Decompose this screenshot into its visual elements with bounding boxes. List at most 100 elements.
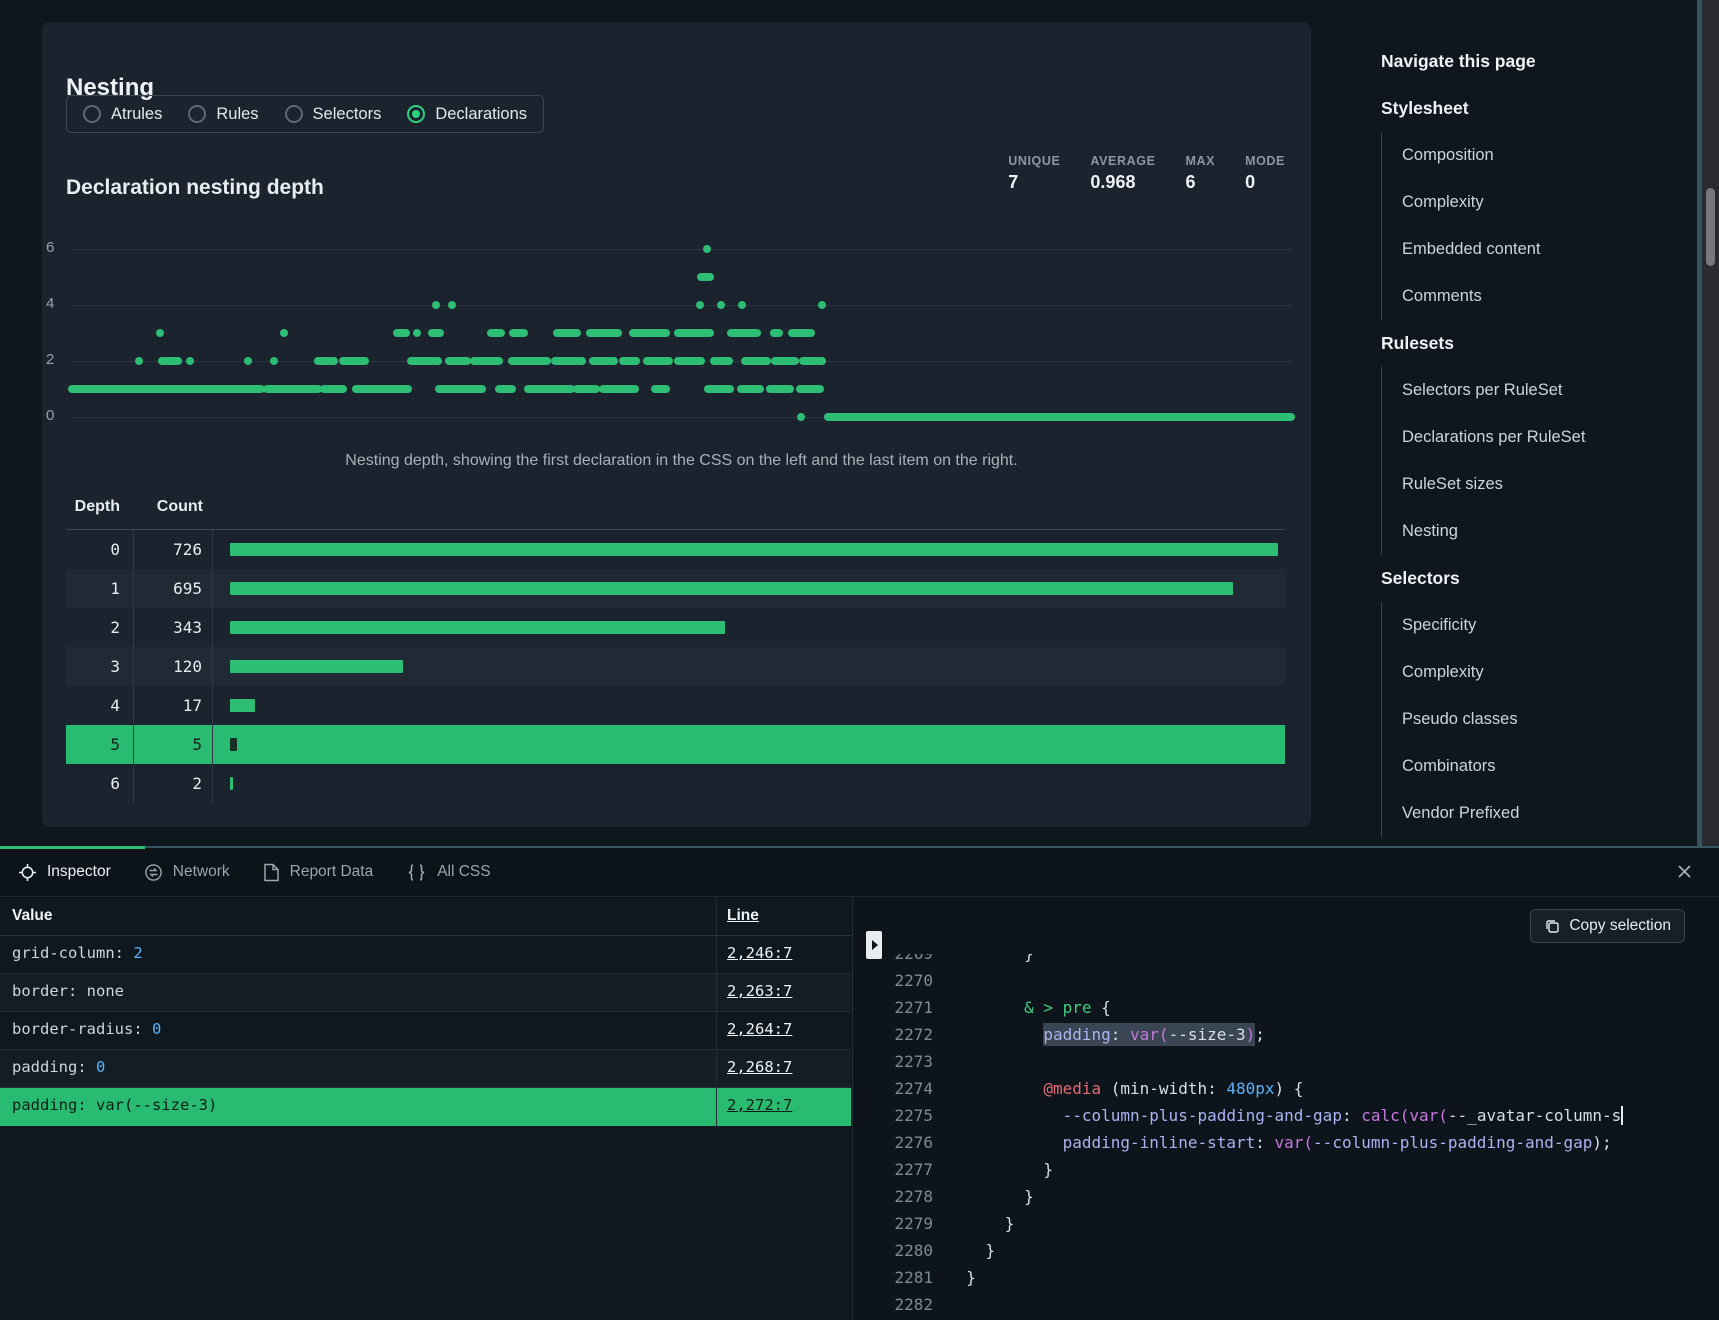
scatter-segment-depth-3 [727, 329, 761, 337]
nav-item-selectors-per-ruleset[interactable]: Selectors per RuleSet [1382, 367, 1711, 414]
radio-label: Atrules [111, 105, 162, 124]
scrollbar-thumb[interactable] [1706, 188, 1715, 266]
inspector-tabbar: Inspector Network Report Data All CSS [0, 848, 1719, 897]
count-cell: 17 [66, 686, 202, 725]
nav-item-pseudo-classes[interactable]: Pseudo classes [1382, 696, 1711, 743]
nav-group: Selectors per RuleSetDeclarations per Ru… [1381, 367, 1711, 555]
nav-item-composition[interactable]: Composition [1382, 132, 1711, 179]
nav-item-complexity[interactable]: Complexity [1382, 179, 1711, 226]
line-link[interactable]: 2,246:7 [727, 944, 792, 962]
line-number: 2276 [853, 1129, 933, 1156]
count-cell: 343 [66, 608, 202, 647]
depth-row-2[interactable]: 2343 [66, 608, 1285, 647]
depth-row-5[interactable]: 55 [66, 725, 1285, 764]
line-link[interactable]: 2,272:7 [727, 1096, 792, 1114]
count-cell: 726 [66, 530, 202, 569]
nav-group: CompositionComplexityEmbedded contentCom… [1381, 132, 1711, 320]
stat-mode: MODE0 [1245, 154, 1285, 193]
scatter-segment-depth-3 [629, 329, 670, 337]
radio-selectors[interactable]: Selectors [285, 105, 382, 124]
code-line-2271: 2271 & > pre { [853, 994, 1623, 1021]
count-bar [230, 699, 255, 712]
nav-item-declarations-per-ruleset[interactable]: Declarations per RuleSet [1382, 414, 1711, 461]
nav-item-ruleset-sizes[interactable]: RuleSet sizes [1382, 461, 1711, 508]
scatter-segment-depth-0 [797, 413, 805, 421]
radio-unselected-icon[interactable] [188, 105, 206, 123]
line-link[interactable]: 2,263:7 [727, 982, 792, 1000]
code-line-2281: 2281 } [853, 1264, 1623, 1291]
value-row[interactable]: padding: 02,268:7 [0, 1050, 851, 1088]
nav-heading-rulesets: Rulesets [1381, 320, 1711, 367]
radio-unselected-icon[interactable] [285, 105, 303, 123]
code-line-2272: 2272 padding: var(--size-3); [853, 1021, 1623, 1048]
depth-row-3[interactable]: 3120 [66, 647, 1285, 686]
scatter-segment-depth-2 [270, 357, 278, 365]
tab-inspector[interactable]: Inspector [18, 863, 111, 882]
count-cell: 5 [66, 725, 202, 764]
close-panel-button[interactable] [1671, 858, 1697, 884]
scatter-segment-depth-3 [393, 329, 410, 337]
scrollbar-track[interactable] [1702, 0, 1719, 846]
nav-item-nesting[interactable]: Nesting [1382, 508, 1711, 555]
nav-item-comments[interactable]: Comments [1382, 273, 1711, 320]
chart-caption: Nesting depth, showing the first declara… [72, 452, 1291, 470]
nav-heading-stylesheet: Stylesheet [1381, 85, 1711, 132]
table-divider-2 [212, 530, 213, 803]
scatter-segment-depth-6 [703, 245, 711, 253]
radio-declarations[interactable]: Declarations [407, 105, 527, 124]
depth-row-1[interactable]: 1695 [66, 569, 1285, 608]
nav-item-combinators[interactable]: Combinators [1382, 743, 1711, 790]
active-tab-indicator [0, 846, 145, 849]
depth-row-0[interactable]: 0726 [66, 530, 1285, 569]
code-line-2279: 2279 } [853, 1210, 1623, 1237]
line-link[interactable]: 2,268:7 [727, 1058, 792, 1076]
radio-selected-icon[interactable] [407, 105, 425, 123]
code-line-2277: 2277 } [853, 1156, 1623, 1183]
tab-all-css[interactable]: All CSS [406, 863, 490, 882]
scatter-segment-depth-2 [339, 357, 369, 365]
nav-item-specificity[interactable]: Specificity [1382, 602, 1711, 649]
copy-selection-button[interactable]: Copy selection [1530, 909, 1685, 943]
css-source-view[interactable]: 2269 }22702271 & > pre {2272 padding: va… [853, 898, 1623, 1320]
scatter-segment-depth-3 [674, 329, 714, 337]
line-number: 2280 [853, 1237, 933, 1264]
stat-max: MAX6 [1186, 154, 1216, 193]
tab-label: Report Data [290, 863, 374, 881]
tab-network[interactable]: Network [144, 863, 230, 882]
tab-report-data[interactable]: Report Data [263, 863, 374, 882]
braces-icon [406, 863, 427, 882]
depth-row-4[interactable]: 417 [66, 686, 1285, 725]
line-number: 2282 [853, 1291, 933, 1318]
value-row[interactable]: padding: var(--size-3)2,272:7 [0, 1088, 851, 1126]
tab-label: Inspector [47, 863, 111, 881]
code-line-2274: 2274 @media (min-width: 480px) { [853, 1075, 1623, 1102]
value-row[interactable]: grid-column: 2 2,246:7 [0, 936, 851, 974]
scatter-segment-depth-1 [320, 385, 346, 393]
toggle-sidebar-icon[interactable] [866, 931, 882, 959]
scatter-segment-depth-1 [796, 385, 825, 393]
radio-rules[interactable]: Rules [188, 105, 258, 124]
nav-item-vendor-prefixed[interactable]: Vendor Prefixed [1382, 790, 1711, 837]
count-cell: 695 [66, 569, 202, 608]
nav-item-complexity[interactable]: Complexity [1382, 649, 1711, 696]
scatter-segment-depth-2 [589, 357, 619, 365]
scatter-segment-depth-1 [263, 385, 322, 393]
stat-value: 0.968 [1090, 172, 1155, 193]
value-row[interactable]: border: none2,263:7 [0, 974, 851, 1012]
radio-unselected-icon[interactable] [83, 105, 101, 123]
declaration-text: grid-column: 2 [12, 944, 143, 962]
depth-row-6[interactable]: 62 [66, 764, 1285, 803]
scatter-segment-depth-1 [495, 385, 516, 393]
value-row[interactable]: border-radius: 02,264:7 [0, 1012, 851, 1050]
stat-unique: UNIQUE7 [1008, 154, 1060, 193]
line-link[interactable]: 2,264:7 [727, 1020, 792, 1038]
nav-item-embedded-content[interactable]: Embedded content [1382, 226, 1711, 273]
stat-label: MAX [1186, 154, 1216, 168]
value-table-header: Value Line [0, 898, 851, 936]
nesting-scatter-chart: 0246 [72, 237, 1291, 422]
column-divider [716, 898, 717, 1126]
line-column-header[interactable]: Line [727, 907, 759, 925]
app-window: Nesting Atrules Rules Selectors Declaration… [0, 0, 1719, 1320]
line-number: 2274 [853, 1075, 933, 1102]
radio-atrules[interactable]: Atrules [83, 105, 162, 124]
